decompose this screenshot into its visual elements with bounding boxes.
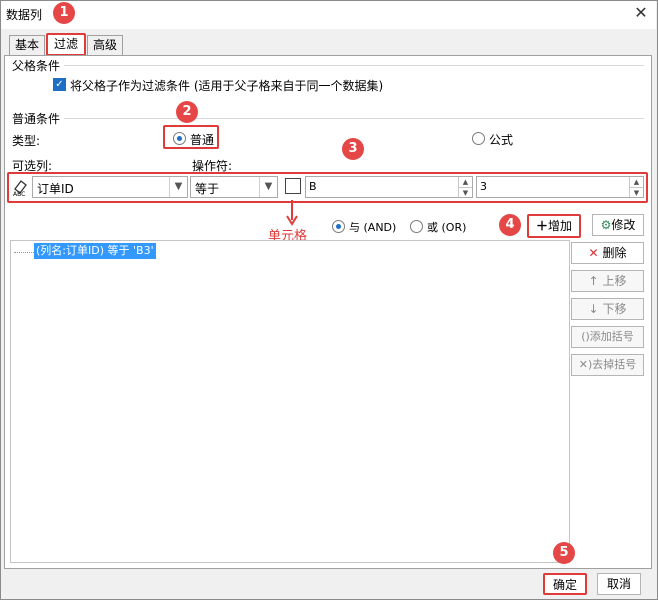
plus-icon: ＋ xyxy=(535,219,548,233)
parent-filter-checkbox-label: 将父格子作为过滤条件 (适用于父子格来自于同一个数据集) xyxy=(70,79,384,93)
tab-advanced[interactable]: 高级 xyxy=(87,35,123,55)
tree-connector xyxy=(14,243,34,253)
column-select-value: 订单ID xyxy=(37,182,74,196)
arrow-down-icon: ↓ xyxy=(588,302,599,316)
condition-list-item[interactable]: (列名:订单ID) 等于 'B3' xyxy=(34,243,156,259)
move-down-button[interactable]: ↓ 下移 xyxy=(571,298,644,320)
type-normal-radio[interactable] xyxy=(173,132,186,145)
annotation-arrow-icon xyxy=(286,200,298,226)
ok-button[interactable]: 确定 xyxy=(543,573,587,595)
value-mode-text: B xyxy=(309,180,317,193)
chevron-down-icon: ▼ xyxy=(259,177,277,197)
modify-button-label: 修改 xyxy=(611,218,636,232)
column-type-icon[interactable]: ABC xyxy=(12,177,32,198)
tab-filter[interactable]: 过滤 xyxy=(46,33,86,56)
normal-condition-title: 普通条件 xyxy=(12,112,61,126)
brackets-icon: () xyxy=(581,330,590,343)
cell-mode-icon[interactable] xyxy=(285,178,301,194)
type-formula-radio[interactable] xyxy=(472,132,485,145)
add-button-label: 增加 xyxy=(548,219,573,233)
step-badge-3: 3 xyxy=(342,138,364,160)
logic-and-label: 与 (AND) xyxy=(349,221,397,234)
spin-up-icon[interactable]: ▲ xyxy=(629,177,643,187)
delete-button-label: 删除 xyxy=(602,246,627,260)
type-formula-label: 公式 xyxy=(489,133,514,147)
logic-or-label: 或 (OR) xyxy=(427,221,467,234)
add-brackets-button[interactable]: ()添加括号 xyxy=(571,326,644,348)
gear-icon: ⚙ xyxy=(600,218,612,232)
spin-down-icon[interactable]: ▼ xyxy=(458,187,472,197)
type-label: 类型: xyxy=(12,134,41,148)
modify-button[interactable]: ⚙修改 xyxy=(592,214,644,236)
remove-brackets-button[interactable]: ✕)去掉括号 xyxy=(571,354,644,376)
step-badge-1: 1 xyxy=(53,2,75,24)
cancel-button[interactable]: 取消 xyxy=(597,573,641,595)
parent-condition-title: 父格条件 xyxy=(12,59,61,73)
column-select[interactable]: 订单ID ▼ xyxy=(32,176,188,198)
step-badge-2: 2 xyxy=(176,101,198,123)
value-mode-input[interactable]: B ▲ ▼ xyxy=(305,176,473,198)
logic-or-radio[interactable] xyxy=(410,220,423,233)
value-text: 3 xyxy=(480,180,487,193)
window-title: 数据列 xyxy=(6,8,43,22)
parent-filter-checkbox[interactable]: ✓ xyxy=(53,78,66,91)
arrow-up-icon: ↑ xyxy=(588,274,599,288)
group-divider xyxy=(64,65,644,66)
tab-basic[interactable]: 基本 xyxy=(9,35,45,55)
delete-x-icon: ✕ xyxy=(588,246,599,260)
type-normal-label: 普通 xyxy=(190,133,215,147)
step-badge-5: 5 xyxy=(553,542,575,564)
group-divider xyxy=(64,118,644,119)
operator-select-value: 等于 xyxy=(195,182,220,196)
remove-brackets-label: 去掉括号 xyxy=(592,358,637,371)
add-button[interactable]: ＋增加 xyxy=(527,214,581,238)
step-badge-4: 4 xyxy=(499,214,521,236)
operator-select[interactable]: 等于 ▼ xyxy=(190,176,278,198)
move-down-label: 下移 xyxy=(602,302,627,316)
value-input[interactable]: 3 ▲ ▼ xyxy=(476,176,644,198)
move-up-label: 上移 xyxy=(602,274,627,288)
close-icon[interactable]: ✕ xyxy=(629,2,653,24)
logic-and-radio[interactable] xyxy=(332,220,345,233)
delete-button[interactable]: ✕ 删除 xyxy=(571,242,644,264)
spin-up-icon[interactable]: ▲ xyxy=(458,177,472,187)
chevron-down-icon: ▼ xyxy=(169,177,187,197)
add-brackets-label: 添加括号 xyxy=(589,330,634,343)
title-bar xyxy=(1,1,656,29)
move-up-button[interactable]: ↑ 上移 xyxy=(571,270,644,292)
remove-brackets-icon: ✕) xyxy=(578,358,593,371)
svg-text:ABC: ABC xyxy=(13,191,25,197)
spin-down-icon[interactable]: ▼ xyxy=(629,187,643,197)
condition-list[interactable] xyxy=(10,240,570,563)
